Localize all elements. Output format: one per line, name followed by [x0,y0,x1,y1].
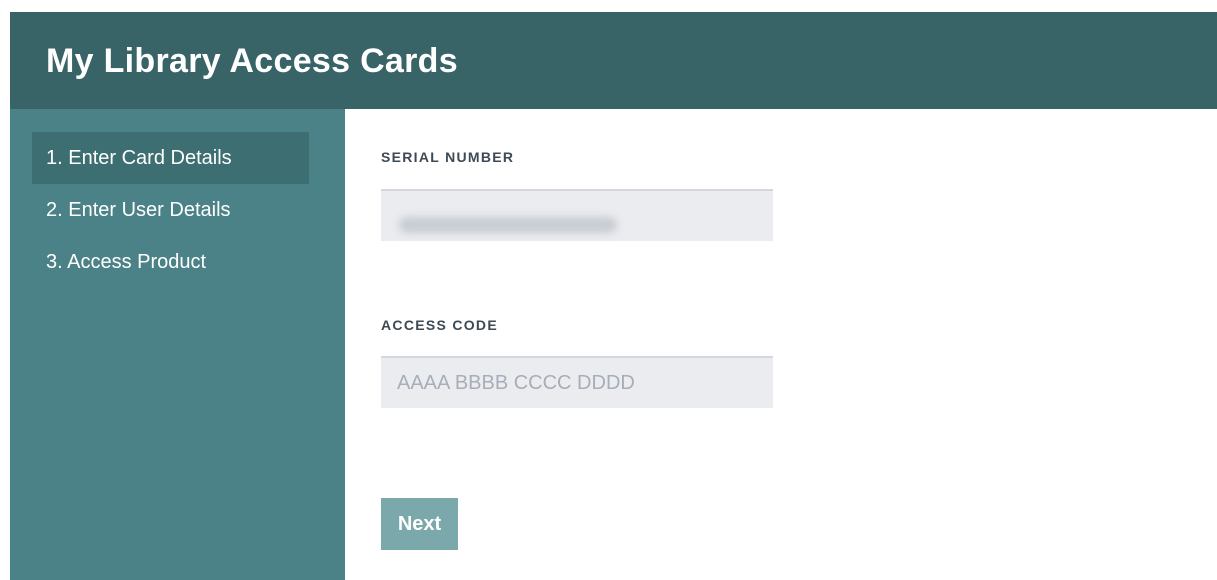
page-title: My Library Access Cards [46,42,458,80]
access-code-input[interactable] [381,356,773,408]
serial-number-input[interactable] [381,189,773,241]
sidebar-item-enter-user-details[interactable]: 2. Enter User Details [32,184,309,236]
serial-number-label: SERIAL NUMBER [381,149,515,165]
card-details-form: SERIAL NUMBER ACCESS CODE Next [345,109,1217,580]
next-button[interactable]: Next [381,498,458,550]
sidebar-item-enter-card-details[interactable]: 1. Enter Card Details [32,132,309,184]
app-frame: My Library Access Cards 1. Enter Card De… [10,12,1217,580]
steps-sidebar: 1. Enter Card Details 2. Enter User Deta… [10,109,345,580]
sidebar-item-access-product[interactable]: 3. Access Product [32,236,309,288]
access-code-label: ACCESS CODE [381,317,498,333]
page-header: My Library Access Cards [10,12,1217,109]
